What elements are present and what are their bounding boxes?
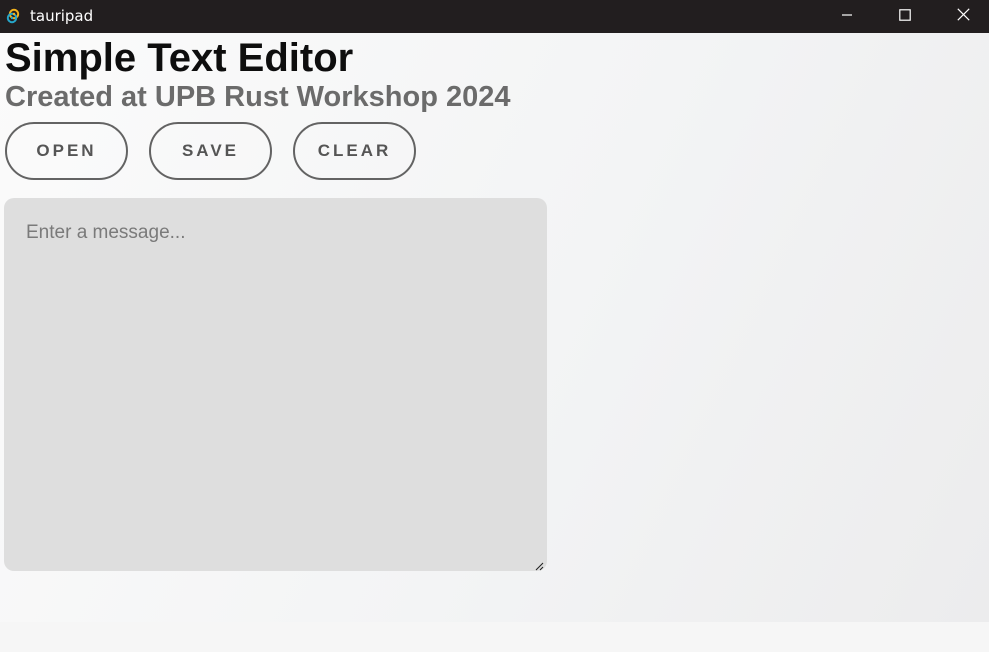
minimize-icon [841,8,853,26]
window-title: tauripad [30,7,94,25]
page-title: Simple Text Editor [5,36,354,80]
editor-container [4,198,547,571]
message-textarea[interactable] [4,198,547,571]
save-button[interactable]: SAVE [149,122,272,180]
close-button[interactable] [935,0,989,33]
maximize-button[interactable] [877,0,933,33]
window-bottom-area [0,622,989,652]
open-button[interactable]: OPEN [5,122,128,180]
clear-button[interactable]: CLEAR [293,122,416,180]
window-titlebar[interactable]: tauripad [0,0,989,33]
page-subtitle: Created at UPB Rust Workshop 2024 [5,81,511,113]
close-icon [956,7,970,26]
resize-grip-icon[interactable] [534,558,544,571]
maximize-icon [899,8,911,26]
tauri-logo-icon [5,8,21,24]
minimize-button[interactable] [819,0,875,33]
